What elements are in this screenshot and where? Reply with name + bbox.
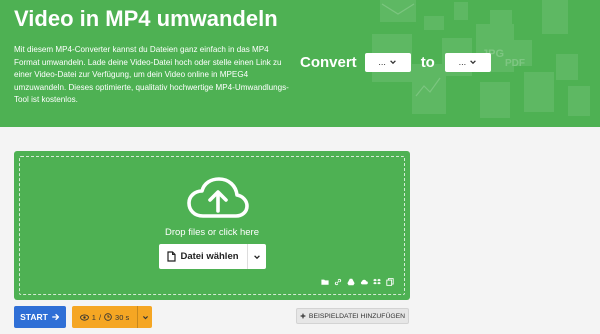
converter-selector: Convert ... to ... bbox=[300, 52, 491, 72]
choose-file-dropdown[interactable] bbox=[248, 244, 266, 269]
chevron-down-icon bbox=[254, 254, 260, 259]
options-separator: / bbox=[98, 312, 102, 322]
drop-hint: Drop files or click here bbox=[165, 227, 259, 238]
eye-icon bbox=[79, 313, 89, 321]
source-format-value: ... bbox=[378, 57, 386, 67]
options-count: 1 bbox=[91, 312, 96, 322]
target-format-value: ... bbox=[458, 57, 467, 67]
link-icon[interactable] bbox=[334, 278, 342, 286]
target-format-select[interactable]: ... bbox=[444, 52, 491, 72]
sample-file-label: BEISPIELDATEI HINZUFÜGEN bbox=[308, 312, 406, 320]
start-button[interactable]: START bbox=[14, 306, 66, 328]
arrow-right-icon bbox=[51, 313, 59, 321]
page-title: Video in MP4 umwandeln bbox=[14, 6, 278, 31]
google-drive-icon[interactable] bbox=[347, 278, 355, 286]
chevron-down-icon bbox=[142, 315, 148, 319]
file-icon bbox=[167, 251, 177, 262]
conversion-options-button[interactable]: 1 / 30 s bbox=[72, 306, 152, 328]
upload-dropzone[interactable]: Drop files or click here Datei wählen bbox=[14, 151, 410, 300]
dropbox-icon[interactable] bbox=[373, 278, 381, 286]
options-seconds: 30 s bbox=[115, 312, 130, 322]
choose-file-button[interactable]: Datei wählen bbox=[159, 244, 248, 269]
cloud-upload-icon bbox=[187, 177, 249, 218]
start-label: START bbox=[20, 312, 48, 322]
source-format-select[interactable]: ... bbox=[364, 52, 411, 72]
to-label: to bbox=[420, 53, 435, 71]
clock-icon bbox=[104, 313, 112, 321]
options-dropdown[interactable] bbox=[137, 306, 152, 328]
conversion-options-summary: 1 / 30 s bbox=[72, 306, 137, 328]
pdf-label: PDF bbox=[505, 58, 525, 69]
chevron-down-icon bbox=[390, 60, 396, 65]
chevron-down-icon bbox=[470, 60, 476, 65]
convert-label: Convert bbox=[300, 53, 357, 71]
plus-icon bbox=[300, 313, 306, 319]
cloud-icon[interactable] bbox=[360, 278, 368, 286]
add-sample-file-button[interactable]: BEISPIELDATEI HINZUFÜGEN bbox=[296, 308, 409, 324]
hero-banner: Video in MP4 umwandeln Mit diesem MP4-Co… bbox=[0, 0, 600, 127]
folder-icon[interactable] bbox=[321, 278, 329, 286]
choose-file-label: Datei wählen bbox=[180, 251, 239, 262]
upload-source-icons bbox=[321, 278, 394, 286]
clipboard-icon[interactable] bbox=[386, 278, 394, 286]
dropzone-border: Drop files or click here Datei wählen bbox=[19, 156, 405, 295]
choose-file-group: Datei wählen bbox=[159, 244, 266, 269]
page-description: Mit diesem MP4-Converter kannst du Datei… bbox=[14, 45, 289, 105]
